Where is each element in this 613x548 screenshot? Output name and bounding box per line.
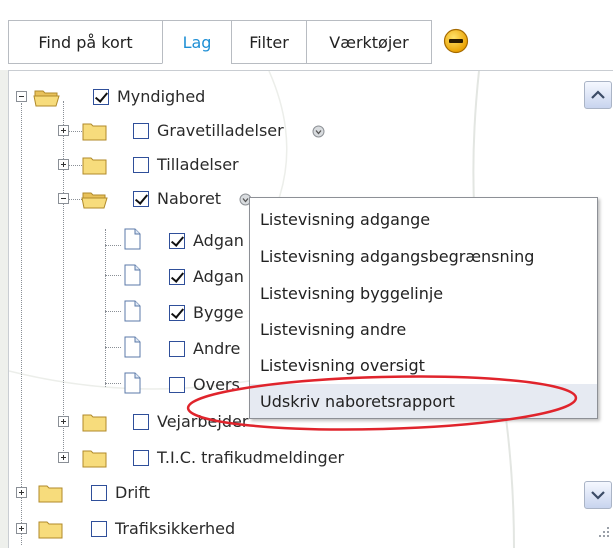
tree-connector — [68, 131, 82, 133]
scroll-up-button[interactable] — [584, 81, 612, 109]
layer-checkbox-trafiksikkerhed[interactable] — [91, 521, 107, 537]
layer-label-myndighed[interactable]: Myndighed — [117, 87, 205, 106]
folder-icon — [38, 485, 63, 503]
layer-label-tic[interactable]: T.I.C. trafikudmeldinger — [157, 448, 344, 467]
menu-item-listevisning-adgangsbegraensning[interactable]: Listevisning adgangsbegrænsning — [260, 239, 534, 273]
context-menu: Listevisning adgange Listevisning adgang… — [249, 197, 598, 419]
tree-connector — [105, 275, 121, 277]
layer-checkbox-child[interactable] — [169, 341, 185, 357]
expand-toggle[interactable] — [58, 159, 69, 170]
tree-connector — [105, 383, 121, 385]
tab-find-paa-kort[interactable]: Find på kort — [8, 20, 163, 64]
expand-toggle[interactable] — [58, 125, 69, 136]
tree-connector — [68, 165, 82, 167]
collapse-panel-icon[interactable] — [443, 28, 469, 54]
layer-label-vejarbejder[interactable]: Vejarbejder — [157, 412, 248, 431]
folder-icon — [38, 521, 63, 539]
tab-filter[interactable]: Filter — [231, 20, 307, 64]
document-icon — [124, 264, 141, 286]
layer-label-trafiksikkerhed[interactable]: Trafiksikkerhed — [115, 519, 235, 538]
collapse-toggle[interactable] — [16, 91, 27, 102]
tab-vaerktoejer[interactable]: Værktøjer — [306, 20, 432, 64]
expand-toggle[interactable] — [58, 452, 69, 463]
document-icon — [124, 228, 141, 250]
tree-connector — [63, 101, 65, 457]
layer-checkbox-myndighed[interactable] — [93, 89, 109, 105]
tree-connector — [105, 245, 121, 247]
tree-connector — [105, 311, 121, 313]
scroll-down-button[interactable] — [584, 481, 612, 509]
folder-icon — [82, 157, 107, 175]
layer-label-naboret[interactable]: Naboret — [157, 189, 221, 208]
layer-checkbox-tilladelser[interactable] — [133, 157, 149, 173]
tab-lag[interactable]: Lag — [162, 20, 232, 64]
tree-connector — [105, 229, 107, 387]
layer-checkbox-child[interactable] — [169, 377, 185, 393]
layer-checkbox-child[interactable] — [169, 269, 185, 285]
menu-item-udskriv-naboretsrapport[interactable]: Udskriv naboretsrapport — [250, 384, 597, 418]
expand-toggle[interactable] — [16, 523, 27, 534]
tree-connector — [21, 103, 23, 545]
folder-icon — [82, 414, 107, 432]
toolbar: Find på kort Lag Filter Værktøjer — [0, 0, 613, 70]
expand-toggle[interactable] — [16, 487, 27, 498]
folder-icon — [82, 450, 107, 468]
layer-checkbox-child[interactable] — [169, 305, 185, 321]
tree-connector — [68, 199, 82, 201]
layer-label-child[interactable]: Adgan — [193, 267, 244, 286]
layer-label-tilladelser[interactable]: Tilladelser — [157, 155, 239, 174]
layer-label-drift[interactable]: Drift — [115, 483, 150, 502]
menu-item-listevisning-adgange[interactable]: Listevisning adgange — [260, 202, 430, 236]
menu-item-listevisning-andre[interactable]: Listevisning andre — [260, 312, 406, 346]
layer-label-child[interactable]: Andre — [193, 339, 240, 358]
expand-toggle[interactable] — [58, 416, 69, 427]
collapse-toggle[interactable] — [58, 193, 69, 204]
layer-checkbox-gravetilladelser[interactable] — [133, 123, 149, 139]
layer-label-child[interactable]: Adgan — [193, 231, 244, 250]
layer-label-gravetilladelser[interactable]: Gravetilladelser — [157, 121, 284, 140]
menu-item-listevisning-oversigt[interactable]: Listevisning oversigt — [260, 348, 425, 382]
info-dropdown-icon[interactable] — [312, 125, 325, 138]
layer-checkbox-vejarbejder[interactable] — [133, 414, 149, 430]
document-icon — [124, 372, 141, 394]
folder-open-icon — [33, 90, 60, 107]
layer-label-child[interactable]: Overs — [193, 375, 240, 394]
tree-connector — [105, 347, 121, 349]
resize-grip-icon[interactable] — [597, 525, 611, 539]
layer-checkbox-naboret[interactable] — [133, 191, 149, 207]
folder-open-icon — [81, 192, 108, 209]
folder-icon — [82, 123, 107, 141]
layer-checkbox-tic[interactable] — [133, 450, 149, 466]
document-icon — [124, 300, 141, 322]
layer-checkbox-child[interactable] — [169, 233, 185, 249]
chevron-down-icon — [591, 491, 605, 500]
layer-label-child[interactable]: Bygge — [193, 303, 244, 322]
menu-item-listevisning-byggelinje[interactable]: Listevisning byggelinje — [260, 276, 443, 310]
chevron-up-icon — [591, 90, 605, 99]
document-icon — [124, 336, 141, 358]
layer-checkbox-drift[interactable] — [91, 485, 107, 501]
